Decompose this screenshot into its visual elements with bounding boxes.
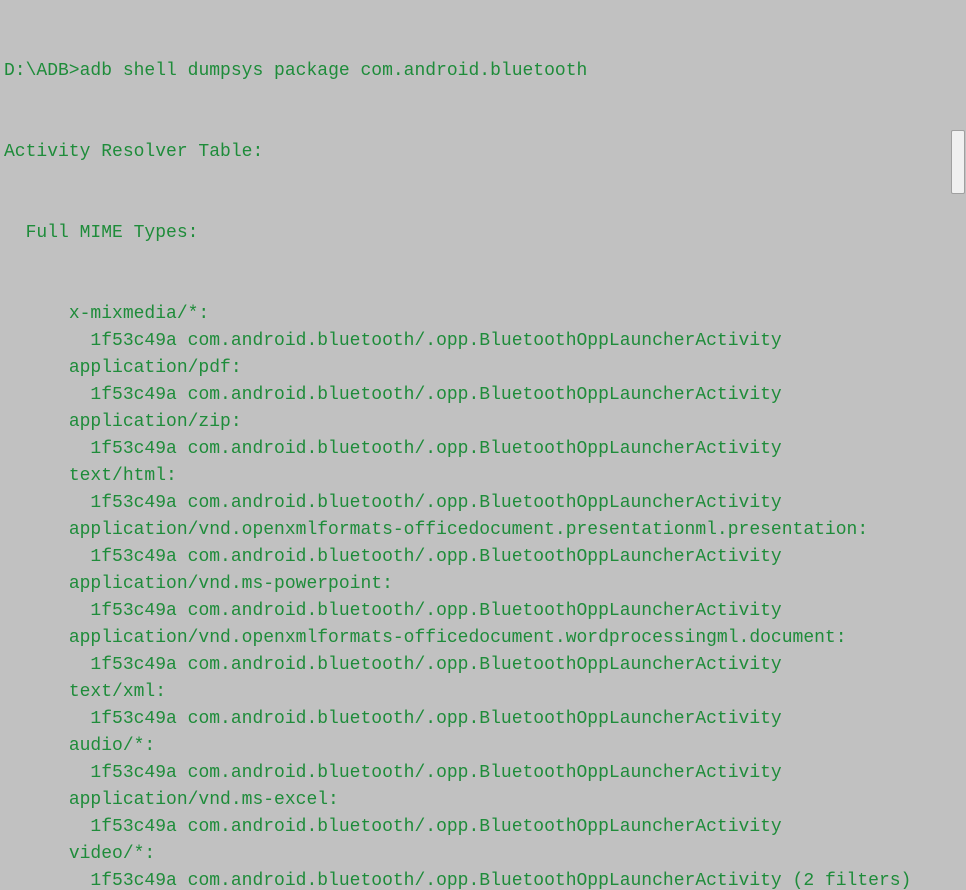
resolver-line: 1f53c49a com.android.bluetooth/.opp.Blue… — [4, 706, 962, 733]
resolver-line: 1f53c49a com.android.bluetooth/.opp.Blue… — [4, 760, 962, 787]
section-header: Activity Resolver Table: — [4, 139, 962, 166]
mime-type-line: text/html: — [4, 463, 962, 490]
resolver-line: 1f53c49a com.android.bluetooth/.opp.Blue… — [4, 490, 962, 517]
mime-type-line: application/vnd.openxmlformats-officedoc… — [4, 625, 962, 652]
prompt: D:\ADB> — [4, 61, 80, 81]
resolver-line: 1f53c49a com.android.bluetooth/.opp.Blue… — [4, 868, 962, 890]
mime-type-line: application/vnd.ms-excel: — [4, 787, 962, 814]
resolver-line: 1f53c49a com.android.bluetooth/.opp.Blue… — [4, 436, 962, 463]
resolver-line: 1f53c49a com.android.bluetooth/.opp.Blue… — [4, 652, 962, 679]
resolver-line: 1f53c49a com.android.bluetooth/.opp.Blue… — [4, 598, 962, 625]
resolver-line: 1f53c49a com.android.bluetooth/.opp.Blue… — [4, 814, 962, 841]
mime-type-line: application/vnd.ms-powerpoint: — [4, 571, 962, 598]
resolver-line: 1f53c49a com.android.bluetooth/.opp.Blue… — [4, 382, 962, 409]
command-line: D:\ADB>adb shell dumpsys package com.and… — [4, 58, 962, 85]
subsection-header: Full MIME Types: — [4, 220, 962, 247]
mime-type-line: audio/*: — [4, 733, 962, 760]
mime-type-line: x-mixmedia/*: — [4, 301, 962, 328]
mime-type-line: text/xml: — [4, 679, 962, 706]
resolver-line: 1f53c49a com.android.bluetooth/.opp.Blue… — [4, 544, 962, 571]
resolver-line: 1f53c49a com.android.bluetooth/.opp.Blue… — [4, 328, 962, 355]
mime-type-line: video/*: — [4, 841, 962, 868]
terminal-output: D:\ADB>adb shell dumpsys package com.and… — [0, 0, 962, 890]
mime-type-line: application/pdf: — [4, 355, 962, 382]
scrollbar-track[interactable] — [952, 0, 966, 890]
scrollbar-thumb[interactable] — [951, 130, 965, 194]
command-text: adb shell dumpsys package com.android.bl… — [80, 61, 588, 81]
mime-type-line: application/zip: — [4, 409, 962, 436]
mime-type-line: application/vnd.openxmlformats-officedoc… — [4, 517, 962, 544]
